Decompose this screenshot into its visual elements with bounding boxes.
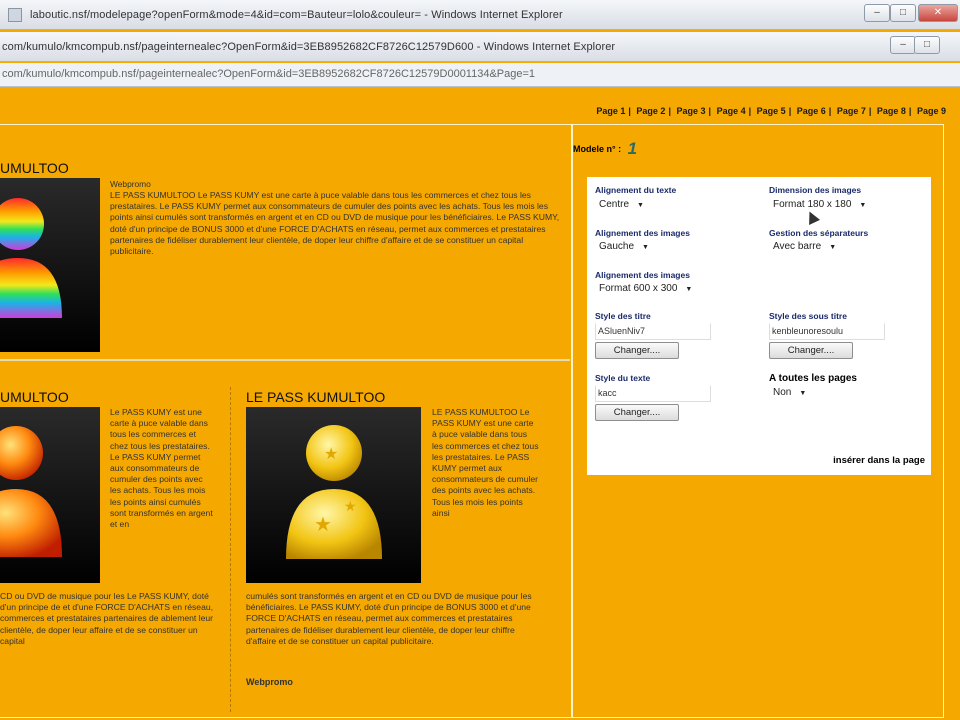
image-dimension-select[interactable]: Format 180 x 180 ▼ — [773, 199, 866, 210]
window-title: laboutic.nsf/modelepage?openForm&mode=4&… — [30, 9, 563, 21]
title-style-input[interactable]: ASluenNiv7 — [595, 323, 711, 340]
user-avatar-flame-image — [0, 407, 100, 583]
page-link-3[interactable]: Page 3 — [677, 106, 706, 116]
subtitle-style-input[interactable]: kenbleunoresoulu — [769, 323, 885, 340]
page-separator: | — [908, 106, 912, 116]
svg-text:★: ★ — [314, 512, 332, 536]
image-dimension-label: Dimension des images — [769, 185, 862, 195]
maximize-icon[interactable]: □ — [914, 36, 940, 54]
page-link-6[interactable]: Page 6 — [797, 106, 826, 116]
block-footer: Webpromo — [246, 677, 293, 687]
ie-page-icon — [8, 8, 22, 22]
page-separator: | — [628, 106, 631, 116]
layout-settings-panel: Modele n° : 1 Alignement du texte Centre… — [572, 124, 944, 718]
all-pages-label: A toutes les pages — [769, 373, 857, 384]
page-link-9[interactable]: Page 9 — [917, 106, 946, 116]
page-separator: | — [708, 106, 712, 116]
all-pages-select[interactable]: Non ▼ — [773, 387, 806, 398]
text-alignment-select[interactable]: Centre ▼ — [599, 199, 644, 210]
page-link-1[interactable]: Page 1 — [596, 106, 625, 116]
change-subtitle-style-button[interactable]: Changer.... — [769, 342, 853, 359]
address-url: com/kumulo/kmcompub.nsf/pageinternealec?… — [2, 68, 536, 80]
insert-in-page-link[interactable]: insérer dans la page — [833, 455, 925, 466]
block-heading: UMULTOO — [0, 160, 69, 176]
chevron-down-icon: ▼ — [637, 202, 644, 209]
window-titlebar-1[interactable]: laboutic.nsf/modelepage?openForm&mode=4&… — [0, 0, 960, 30]
model-number-value: 1 — [627, 139, 638, 158]
content-block-1: UMULTOO Webpromo LE PASS KUMULTOO Le PAS… — [0, 125, 570, 361]
block-text: LE PASS KUMULTOO Le PASS KUMY est une ca… — [110, 190, 560, 257]
page-separator: | — [868, 106, 872, 116]
image-alignment-select[interactable]: Gauche ▼ — [599, 241, 649, 252]
page-navigation: Page 1 | Page 2 | Page 3 | Page 4 | Page 5 | … — [596, 106, 946, 116]
separator-management-select[interactable]: Avec barre ▼ — [773, 241, 836, 252]
model-label: Modele n° : — [573, 144, 622, 154]
chevron-down-icon: ▼ — [642, 244, 649, 251]
page-separator: | — [668, 106, 671, 116]
page-link-2[interactable]: Page 2 — [636, 106, 665, 116]
window-titlebar-2[interactable]: com/kumulo/kmcompub.nsf/pageinternealec?… — [0, 32, 960, 62]
block-text: cumulés sont transformés en argent et en… — [246, 591, 532, 646]
column-separator — [230, 387, 231, 712]
image-alignment-label: Alignement des images — [595, 228, 690, 238]
svg-text:★: ★ — [344, 499, 357, 515]
block-text: Le PASS KUMY est une carte à puce valabl… — [110, 407, 213, 530]
block-text: CD ou DVD de musique pour les Le PASS KU… — [0, 591, 214, 646]
model-number: Modele n° : 1 — [573, 139, 637, 159]
address-bar[interactable]: com/kumulo/kmcompub.nsf/pageinternealec?… — [0, 63, 960, 87]
text-alignment-label: Alignement du texte — [595, 185, 677, 195]
title-style-label: Style des titre — [595, 311, 651, 321]
text-style-label: Style du texte — [595, 373, 651, 383]
block-text: LE PASS KUMULTOO Le PASS KUMY est une ca… — [432, 407, 539, 518]
user-avatar-star-image: ★ ★ ★ — [246, 407, 421, 583]
text-style-input[interactable]: kacc — [595, 385, 711, 402]
minimize-icon[interactable]: – — [864, 4, 890, 22]
settings-form: Alignement du texte Centre ▼ Dimension de… — [587, 177, 931, 475]
block-subheading: Webpromo — [110, 179, 151, 189]
page-link-4[interactable]: Page 4 — [717, 106, 746, 116]
image-format-label: Alignement des images — [595, 270, 690, 280]
block-heading: UMULTOO — [0, 389, 69, 405]
maximize-icon[interactable]: □ — [890, 4, 916, 22]
separator-management-label: Gestion des séparateurs — [769, 228, 869, 238]
page-link-8[interactable]: Page 8 — [877, 106, 906, 116]
block-heading: LE PASS KUMULTOO — [246, 389, 386, 405]
subtitle-style-label: Style des sous titre — [769, 311, 847, 321]
page-separator: | — [748, 106, 752, 116]
change-text-style-button[interactable]: Changer.... — [595, 404, 679, 421]
page-separator: | — [828, 106, 832, 116]
chevron-down-icon: ▼ — [859, 202, 867, 209]
chevron-down-icon: ▼ — [829, 244, 837, 251]
change-title-style-button[interactable]: Changer.... — [595, 342, 679, 359]
minimize-icon[interactable]: – — [890, 36, 916, 54]
svg-text:★: ★ — [324, 444, 338, 463]
image-format-select[interactable]: Format 600 x 300 ▼ — [599, 283, 692, 294]
user-avatar-rainbow-image — [0, 178, 100, 352]
page-link-5[interactable]: Page 5 — [757, 106, 786, 116]
page-link-7[interactable]: Page 7 — [837, 106, 866, 116]
window-title: com/kumulo/kmcompub.nsf/pageinternealec?… — [2, 41, 616, 53]
content-preview: UMULTOO Webpromo LE PASS KUMULTOO Le PAS… — [0, 124, 572, 718]
chevron-down-icon: ▼ — [685, 286, 693, 293]
mouse-cursor-icon — [804, 209, 820, 225]
chevron-down-icon: ▼ — [799, 390, 807, 397]
close-icon[interactable]: ✕ — [918, 4, 958, 22]
page-separator: | — [788, 106, 792, 116]
